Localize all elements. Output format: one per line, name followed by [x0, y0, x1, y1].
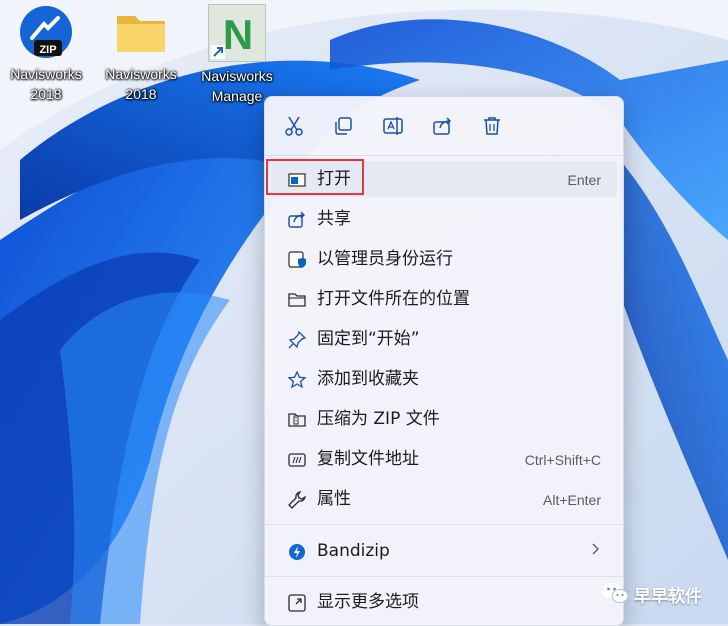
svg-text:ZIP: ZIP: [39, 44, 56, 56]
menu-item-bandizip[interactable]: Bandizip: [271, 533, 617, 569]
menu-item-properties[interactable]: 属性 Alt+Enter: [271, 481, 617, 517]
menu-item-label: 共享: [317, 209, 351, 229]
delete-icon: [484, 117, 500, 135]
copy-path-icon: [287, 450, 307, 470]
menu-item-open-file-location[interactable]: 打开文件所在的位置: [271, 281, 617, 317]
admin-shield-icon: [287, 250, 307, 270]
navisworks-app-icon: N: [208, 4, 266, 62]
menu-item-label: 压缩为 ZIP 文件: [317, 409, 440, 429]
menu-item-copy-as-path[interactable]: 复制文件地址 Ctrl+Shift+C: [271, 441, 617, 477]
share-icon: [433, 117, 452, 135]
menu-item-run-as-admin[interactable]: 以管理员身份运行: [271, 241, 617, 277]
menu-item-compress-zip[interactable]: 压缩为 ZIP 文件: [271, 401, 617, 437]
share-icon: [287, 210, 307, 230]
wechat-icon: [602, 583, 629, 603]
pin-icon: [287, 330, 307, 350]
menu-item-label: 属性: [317, 489, 351, 509]
watermark-text: 早早软件: [634, 587, 702, 607]
cut-icon: [285, 116, 303, 136]
menu-item-label: 显示更多选项: [317, 592, 419, 612]
menu-item-pin-to-start[interactable]: 固定到“开始”: [271, 321, 617, 357]
rename-icon: [383, 117, 403, 135]
menu-item-shortcut: Alt+Enter: [543, 492, 601, 508]
menu-item-label: 添加到收藏夹: [317, 369, 419, 389]
menu-separator: [265, 576, 623, 577]
rename-button[interactable]: [378, 111, 408, 141]
delete-button[interactable]: [477, 111, 507, 141]
menu-item-label: 固定到“开始”: [317, 329, 420, 349]
menu-item-share[interactable]: 共享: [271, 201, 617, 237]
folder-icon: [287, 290, 307, 310]
menu-item-add-to-favorites[interactable]: 添加到收藏夹: [271, 361, 617, 397]
menu-item-shortcut: Ctrl+Shift+C: [524, 452, 601, 468]
menu-item-label: 以管理员身份运行: [317, 249, 453, 269]
more-options-icon: [287, 593, 307, 613]
chevron-right-icon: [591, 541, 601, 561]
menu-item-label: 打开文件所在的位置: [317, 289, 470, 309]
copy-button[interactable]: [328, 111, 358, 141]
context-menu-toolbar: [265, 97, 623, 155]
zip-folder-icon: [287, 410, 307, 430]
svg-text:N: N: [223, 11, 253, 58]
menu-item-shortcut: Enter: [567, 172, 601, 188]
folder-icon: [113, 4, 169, 60]
bandizip-icon: [287, 542, 307, 562]
menu-separator: [265, 155, 623, 156]
share-button[interactable]: [428, 111, 458, 141]
highlight-annotation-box: [266, 159, 364, 195]
menu-item-label: 复制文件地址: [317, 449, 419, 469]
wrench-icon: [287, 490, 307, 510]
cut-button[interactable]: [279, 111, 309, 141]
desktop-icon-navisworks-folder[interactable]: Navisworks 2018: [96, 4, 186, 104]
desktop-icon-label: Navisworks 2018: [10, 66, 82, 102]
menu-separator: [265, 524, 623, 525]
copy-icon: [335, 117, 352, 135]
star-icon: [287, 370, 307, 390]
desktop-icon-navisworks-manage[interactable]: N Navisworks Manage: [192, 4, 282, 106]
menu-item-show-more-options[interactable]: 显示更多选项: [271, 584, 617, 620]
watermark: 早早软件: [600, 578, 726, 608]
desktop-icon-navisworks-zip[interactable]: ZIP Navisworks 2018: [1, 4, 91, 104]
desktop-icon-label: Navisworks 2018: [105, 66, 177, 102]
zip-archive-icon: ZIP: [18, 4, 74, 60]
menu-item-label: Bandizip: [317, 541, 390, 561]
